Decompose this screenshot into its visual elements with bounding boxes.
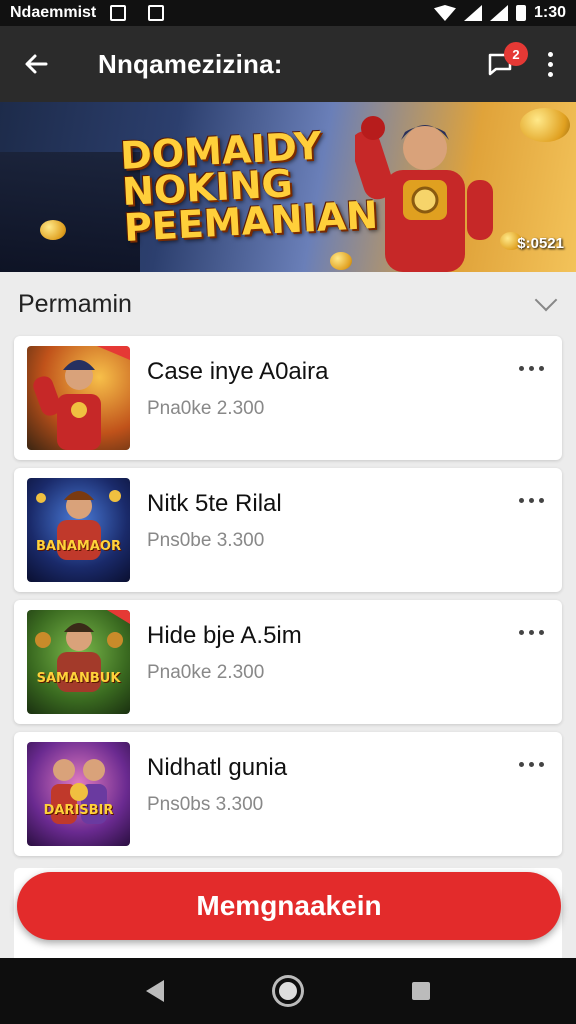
primary-action-button[interactable]: Memgnaakein <box>17 872 561 940</box>
thumbnail-label: BANAMAOR <box>36 539 121 554</box>
promo-banner[interactable]: DOMAIDY NOKING PEEMANIAN $:0521 <box>0 102 576 272</box>
game-title: Hide bje A.5im <box>147 622 302 649</box>
thumbnail-label: DARISBIR <box>43 803 114 818</box>
game-thumbnail: DARISBIR <box>27 742 130 846</box>
game-thumbnail <box>27 346 130 450</box>
list-item[interactable]: DARISBIR Nidhatl gunia Pns0bs 3.300 <box>14 732 562 856</box>
game-thumbnail: BANAMAOR <box>27 478 130 582</box>
notification-icon-2 <box>148 5 165 21</box>
wifi-icon <box>433 5 456 21</box>
game-title: Nidhatl gunia <box>147 754 288 781</box>
crowd-silhouette <box>0 152 140 272</box>
signal-icon-2 <box>489 5 508 21</box>
list-item[interactable]: BANAMAOR Nitk 5te Rilal Pns0be 3.300 <box>14 468 562 592</box>
chevron-down-icon[interactable] <box>534 288 558 312</box>
section-title: Permamin <box>18 289 132 318</box>
game-thumbnail: SAMANBUK <box>27 610 130 714</box>
coin-icon <box>40 220 66 240</box>
app-actions: 2 <box>480 42 560 84</box>
back-arrow-icon[interactable] <box>16 44 56 84</box>
banner-amount: $:0521 <box>517 235 564 252</box>
system-nav-bar <box>0 958 576 1024</box>
message-button[interactable]: 2 <box>480 42 528 84</box>
coin-icon <box>330 252 352 270</box>
coin-icon <box>520 108 570 142</box>
list-item[interactable]: SAMANBUK Hide bje A.5im Pna0ke 2.300 <box>14 600 562 724</box>
app-bar: Nnqamezizina: 2 <box>0 26 576 102</box>
battery-icon <box>515 5 526 21</box>
signal-icon <box>463 5 482 21</box>
more-horiz-icon[interactable] <box>519 366 544 371</box>
nav-back-icon[interactable] <box>145 980 164 1002</box>
game-subtitle: Pna0ke 2.300 <box>147 398 265 419</box>
notification-icon <box>110 5 127 21</box>
game-thumbnail-art <box>33 346 130 450</box>
game-subtitle: Pns0be 3.300 <box>147 530 265 551</box>
more-horiz-icon[interactable] <box>519 498 544 503</box>
game-title: Case inye A0aira <box>147 358 329 385</box>
nav-home-icon[interactable] <box>274 978 301 1004</box>
status-bar: Ndaemmist 1:30 <box>0 0 576 26</box>
more-horiz-icon[interactable] <box>519 762 544 767</box>
more-horiz-icon[interactable] <box>519 630 544 635</box>
notification-badge: 2 <box>504 42 528 66</box>
page-title: Nnqamezizina: <box>98 48 283 79</box>
hero-character <box>355 116 493 272</box>
game-subtitle: Pna0ke 2.300 <box>147 662 265 683</box>
status-right: 1:30 <box>433 4 566 22</box>
status-time: 1:30 <box>533 4 566 21</box>
status-text: Ndaemmist <box>10 4 97 21</box>
nav-recents-icon[interactable] <box>412 982 431 1000</box>
thumbnail-label: SAMANBUK <box>36 671 121 686</box>
list-item[interactable]: Case inye A0aira Pna0ke 2.300 <box>14 336 562 460</box>
section-header[interactable]: Permamin <box>0 272 576 336</box>
more-vert-icon[interactable] <box>540 44 560 84</box>
game-subtitle: Pns0bs 3.300 <box>147 794 264 815</box>
game-list: Case inye A0aira Pna0ke 2.300 BANAMAOR N… <box>14 336 562 864</box>
game-title: Nitk 5te Rilal <box>147 490 282 517</box>
banner-title: DOMAIDY NOKING PEEMANIAN <box>119 123 380 250</box>
